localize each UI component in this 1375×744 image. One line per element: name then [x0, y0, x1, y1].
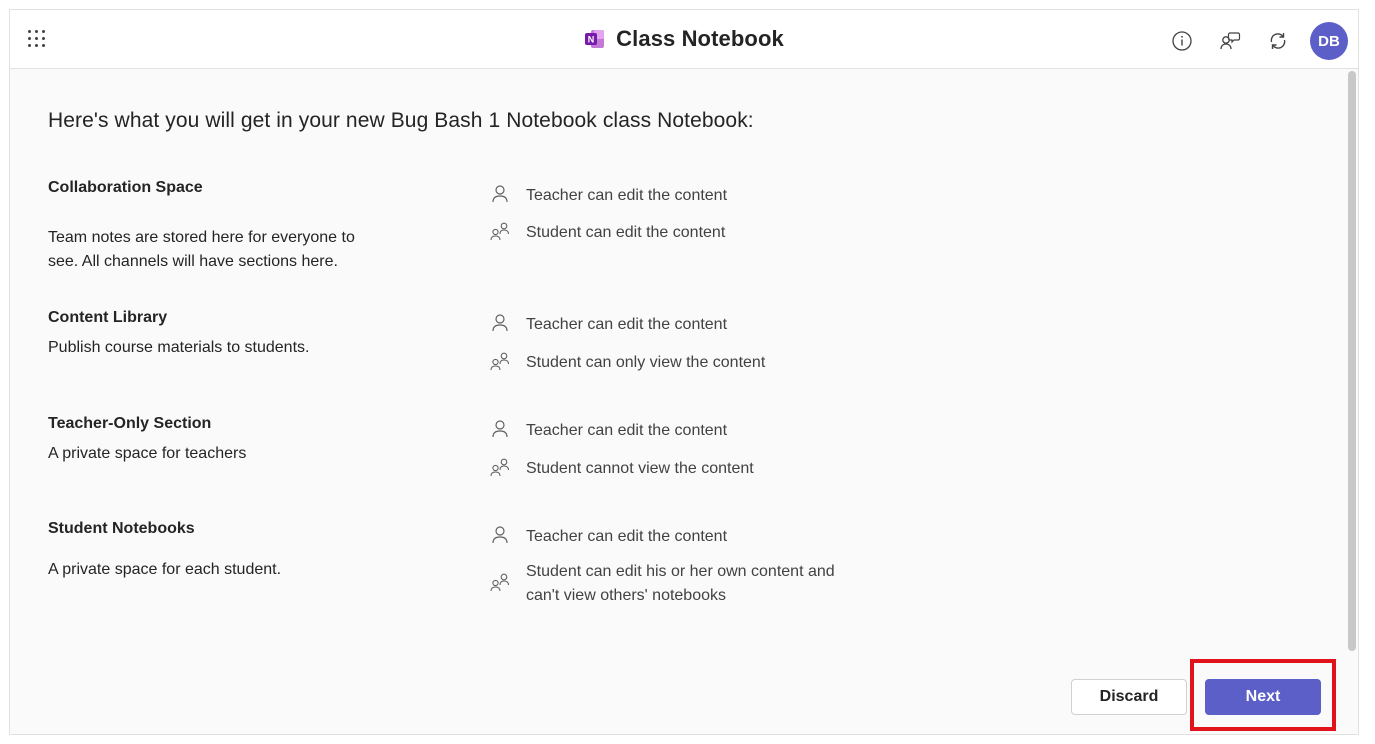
avatar[interactable]: DB: [1310, 22, 1348, 60]
permission-text: Student can only view the content: [526, 354, 766, 371]
teacher-permission: Teacher can edit the content: [490, 419, 866, 443]
main-content: Here's what you will get in your new Bug…: [10, 69, 1345, 654]
page-heading: Here's what you will get in your new Bug…: [48, 109, 754, 132]
section-description: A private space for each student.: [48, 561, 282, 578]
top-bar: N Class Notebook DB: [10, 10, 1358, 69]
app-window: N Class Notebook DB Here's what you will…: [9, 9, 1359, 735]
people-icon: [490, 573, 510, 592]
chat-button[interactable]: [1214, 25, 1246, 57]
chat-icon: [1220, 32, 1241, 50]
refresh-button[interactable]: [1262, 25, 1294, 57]
header-actions: DB: [1166, 22, 1348, 60]
section-title: Teacher-Only Section: [48, 415, 212, 432]
permission-text: Teacher can edit the content: [526, 422, 728, 439]
info-button[interactable]: [1166, 25, 1198, 57]
people-icon: [490, 458, 510, 477]
permission-text: Student can edit his or her own content …: [526, 563, 835, 604]
section-description: Publish course materials to students.: [48, 339, 310, 356]
people-icon: [490, 352, 510, 371]
next-button[interactable]: Next: [1205, 679, 1321, 715]
permission-text: Teacher can edit the content: [526, 187, 728, 204]
section-title: Collaboration Space: [48, 179, 203, 196]
section-description: A private space for teachers: [48, 445, 247, 462]
discard-button[interactable]: Discard: [1071, 679, 1187, 715]
permission-text: Teacher can edit the content: [526, 528, 728, 545]
teacher-permission: Teacher can edit the content: [490, 525, 866, 549]
section-description: Team notes are stored here for everyone …: [48, 229, 355, 270]
person-icon: [492, 314, 508, 332]
person-icon: [492, 185, 508, 203]
title-area: N Class Notebook: [10, 26, 1358, 54]
permission-text: Teacher can edit the content: [526, 316, 728, 333]
onenote-logo-icon: N: [585, 30, 605, 48]
student-permission: Student can edit his or her own content …: [490, 560, 866, 608]
vertical-scrollbar[interactable]: [1346, 69, 1358, 734]
teacher-permission: Teacher can edit the content: [490, 184, 866, 208]
person-icon: [492, 420, 508, 438]
app-title: Class Notebook: [616, 26, 784, 51]
section-title: Student Notebooks: [48, 520, 195, 537]
student-permission: Student can only view the content: [490, 351, 866, 375]
people-icon: [490, 222, 510, 241]
student-permission: Student can edit the content: [490, 221, 866, 245]
refresh-icon: [1270, 33, 1286, 49]
teacher-permission: Teacher can edit the content: [490, 313, 866, 337]
person-icon: [492, 526, 508, 544]
permission-text: Student can edit the content: [526, 224, 726, 241]
scrollbar-thumb[interactable]: [1348, 71, 1356, 651]
permission-text: Student cannot view the content: [526, 460, 754, 477]
info-icon: [1172, 31, 1192, 51]
section-title: Content Library: [48, 309, 168, 326]
student-permission: Student cannot view the content: [490, 457, 866, 481]
svg-text:N: N: [588, 35, 595, 45]
